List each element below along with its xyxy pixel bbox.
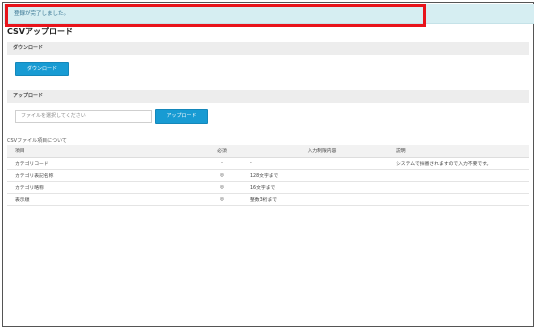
cell-description: システムで採番されますので入力不要です。: [394, 157, 529, 170]
cell-required: ◎: [196, 181, 248, 194]
upload-button[interactable]: アップロード: [155, 109, 208, 124]
cell-input-limit: -: [248, 157, 394, 170]
cell-input-limit: 16文字まで: [248, 181, 394, 194]
cell-item: カテゴリコード: [7, 157, 196, 170]
table-row: カテゴリ略称 ◎ 16文字まで: [7, 181, 529, 194]
table-row: カテゴリコード - - システムで採番されますので入力不要です。: [7, 157, 529, 170]
table-row: カテゴリ表記名称 ◎ 128文字まで: [7, 169, 529, 182]
header-description: 説明: [394, 145, 529, 158]
file-select-input[interactable]: ファイルを選択してください: [15, 110, 152, 123]
header-input-limit: 入力制限内容: [248, 145, 394, 158]
cell-description: [394, 181, 529, 194]
alert-message: 登録が完了しました。: [14, 11, 70, 17]
upload-section-header: アップロード: [7, 90, 529, 103]
cell-required: -: [196, 157, 248, 170]
cell-item: カテゴリ表記名称: [7, 169, 196, 182]
page-title: CSVアップロード: [7, 27, 73, 36]
header-required: 必須: [196, 145, 248, 158]
cell-description: [394, 193, 529, 206]
header-item: 項目: [7, 145, 196, 158]
table-row: 表示順 ◎ 整数3桁まで: [7, 193, 529, 206]
cell-input-limit: 128文字まで: [248, 169, 394, 182]
cell-item: 表示順: [7, 193, 196, 206]
cell-required: ◎: [196, 193, 248, 206]
success-alert: 登録が完了しました。: [4, 4, 534, 24]
download-button[interactable]: ダウンロード: [15, 62, 69, 76]
cell-item: カテゴリ略称: [7, 181, 196, 194]
upload-section-heading: アップロード: [13, 93, 44, 99]
download-section-header: ダウンロード: [7, 42, 529, 55]
cell-description: [394, 169, 529, 182]
table-caption: CSVファイル項目について: [7, 138, 67, 144]
cell-input-limit: 整数3桁まで: [248, 193, 394, 206]
download-section-heading: ダウンロード: [13, 45, 44, 51]
table-header-row: 項目 必須 入力制限内容 説明: [7, 145, 529, 158]
cell-required: ◎: [196, 169, 248, 182]
csv-fields-table: 項目 必須 入力制限内容 説明 カテゴリコード - - システムで採番されますの…: [7, 145, 529, 206]
